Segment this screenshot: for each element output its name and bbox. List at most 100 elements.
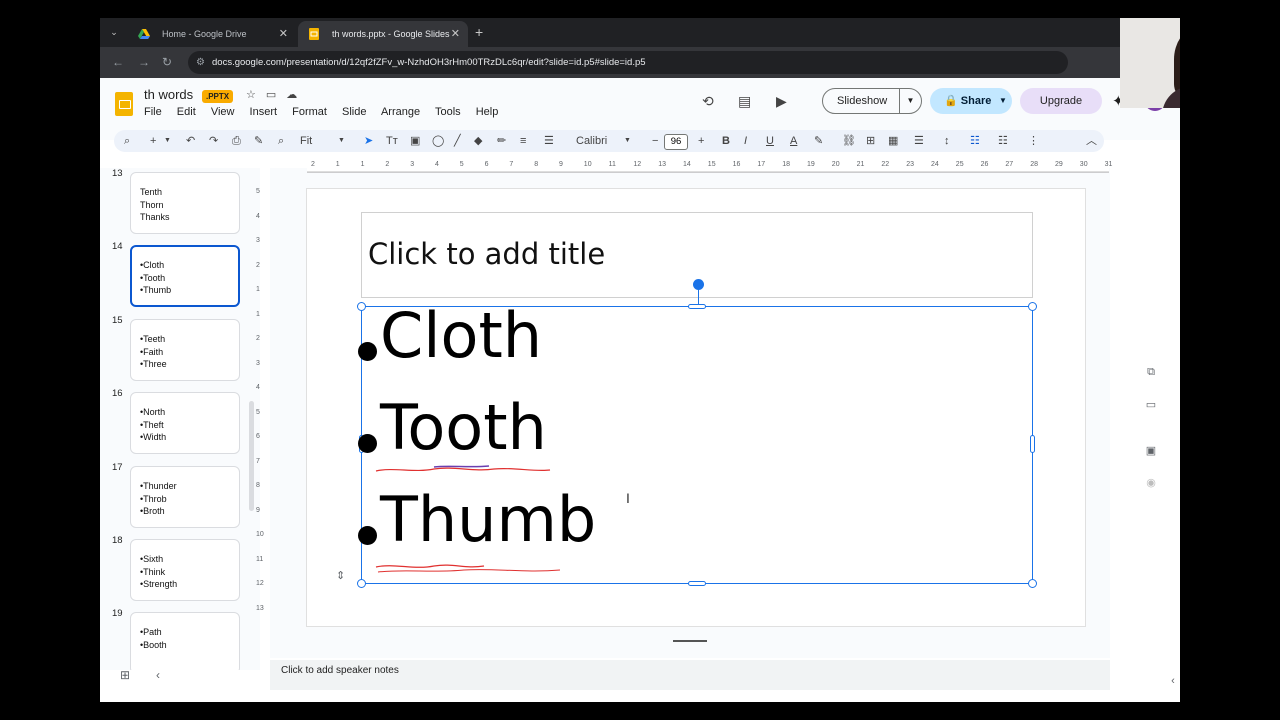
slide-canvas[interactable]: Click to add title Cloth Tooth Thumb <box>306 188 1086 627</box>
slide-thumbnail[interactable]: •Sixth •Think •Strength <box>130 539 240 601</box>
rotate-handle[interactable] <box>693 279 704 290</box>
menu-arrange[interactable]: Arrange <box>381 106 420 118</box>
paint-format-icon[interactable]: ✎ <box>254 133 263 149</box>
filmstrip-slide-14[interactable]: 14 •Cloth •Tooth •Thumb <box>100 241 250 311</box>
close-icon[interactable]: ✕ <box>279 21 288 47</box>
slideshow-button[interactable]: Slideshow ▼ <box>822 88 922 114</box>
text-box-icon[interactable]: Tт <box>386 133 398 149</box>
more-options-icon[interactable]: ⋮ <box>1028 133 1039 149</box>
forward-icon[interactable]: → <box>138 54 150 70</box>
vertical-ruler[interactable]: 5 4 3 2 1 1 2 3 4 5 6 7 8 9 10 11 12 13 <box>256 178 268 628</box>
tab-google-drive[interactable]: Home - Google Drive ✕ <box>128 21 296 47</box>
zoom-select[interactable]: Fit <box>300 133 312 149</box>
tab-google-slides[interactable]: th words.pptx - Google Slides ✕ <box>298 21 468 47</box>
cloud-status-icon[interactable]: ☁ <box>286 89 307 101</box>
menu-file[interactable]: File <box>144 106 162 118</box>
slide-thumbnail[interactable]: •Teeth •Faith •Three <box>130 319 240 381</box>
version-history-icon[interactable]: ⟲ <box>702 93 714 110</box>
resize-handle-n[interactable] <box>688 304 706 309</box>
close-icon[interactable]: ✕ <box>451 21 460 47</box>
align-left-icon[interactable]: ☰ <box>914 133 924 149</box>
shape-icon[interactable]: ◯ <box>432 133 444 149</box>
chevron-down-icon[interactable]: ▼ <box>899 89 921 113</box>
menu-slide[interactable]: Slide <box>342 106 366 118</box>
slides-panel-icon[interactable]: ▣ <box>1144 444 1158 457</box>
slide-thumbnail[interactable]: •Thunder •Throb •Broth <box>130 466 240 528</box>
border-color-icon[interactable]: ✏ <box>497 133 506 149</box>
filmstrip-scrollbar[interactable] <box>249 401 254 511</box>
grid-view-icon[interactable]: ⊞ <box>120 668 130 682</box>
bold-icon[interactable]: B <box>722 133 730 149</box>
speaker-notes-placeholder[interactable]: Click to add speaker notes <box>281 665 399 676</box>
resize-handle-nw[interactable] <box>357 302 366 311</box>
new-slide-icon[interactable]: + <box>150 133 156 149</box>
chevron-down-icon[interactable]: ▼ <box>624 133 631 149</box>
slide-thumbnail-selected[interactable]: •Cloth •Tooth •Thumb <box>130 245 240 307</box>
undo-icon[interactable]: ↶ <box>186 133 195 149</box>
speaker-notes[interactable]: Click to add speaker notes <box>270 660 1110 690</box>
resize-handle-ne[interactable] <box>1028 302 1037 311</box>
horizontal-ruler[interactable]: 2 1 1 2 3 4 5 6 7 8 9 10 11 12 13 14 15 16 17 18 19 20 21 22 23 2… <box>307 161 1112 173</box>
menu-tools[interactable]: Tools <box>435 106 461 118</box>
filmstrip-slide-18[interactable]: 18 •Sixth •Think •Strength <box>100 535 250 605</box>
decrease-font-icon[interactable]: − <box>652 133 658 149</box>
filmstrip-slide-19[interactable]: 19 •Path •Booth <box>100 608 250 670</box>
chevron-down-icon[interactable]: ▼ <box>164 133 171 149</box>
chevron-down-icon[interactable]: ▼ <box>338 133 345 149</box>
italic-icon[interactable]: I <box>744 133 747 149</box>
site-info-icon[interactable]: ⚙ <box>196 51 205 74</box>
title-placeholder[interactable]: Click to add title <box>368 237 605 271</box>
bullet-text[interactable]: Thumb <box>380 483 596 556</box>
slide-thumbnail[interactable]: Tenth Thorn Thanks <box>130 172 240 234</box>
redo-icon[interactable]: ↷ <box>209 133 218 149</box>
chevron-up-icon[interactable]: ︿ <box>1086 133 1097 149</box>
menu-edit[interactable]: Edit <box>177 106 196 118</box>
document-title[interactable]: th words <box>144 87 193 102</box>
body-text-box[interactable]: Cloth Tooth Thumb <box>357 279 1037 588</box>
search-menus-icon[interactable]: ⌕ <box>124 133 130 149</box>
print-icon[interactable]: ⎙ <box>232 133 241 149</box>
autofit-icon[interactable]: ⇕ <box>336 569 345 582</box>
meet-icon[interactable]: ▶ <box>776 93 787 110</box>
filmstrip-slide-15[interactable]: 15 •Teeth •Faith •Three <box>100 315 250 385</box>
filmstrip-slide-13[interactable]: 13 Tenth Thorn Thanks <box>100 168 250 238</box>
underline-icon[interactable]: U <box>766 133 774 149</box>
zoom-icon[interactable]: ⌕ <box>278 133 284 149</box>
add-comment-icon[interactable]: ⊞ <box>866 133 875 149</box>
border-weight-icon[interactable]: ≡ <box>520 133 526 149</box>
text-color-icon[interactable]: A <box>790 133 797 149</box>
chevron-down-icon[interactable]: ▼ <box>994 88 1012 114</box>
upgrade-button[interactable]: Upgrade <box>1020 88 1102 114</box>
folder-icon[interactable]: ▭ <box>1144 398 1158 411</box>
star-icon[interactable]: ☆ <box>246 89 266 101</box>
highlight-icon[interactable]: ✎ <box>814 133 823 149</box>
slide-thumbnail[interactable]: •North •Theft •Width <box>130 392 240 454</box>
bullet-text[interactable]: Tooth <box>380 391 547 464</box>
bullet-text[interactable]: Cloth <box>380 299 542 372</box>
chevron-right-icon[interactable]: ‹ <box>1166 675 1180 687</box>
resize-handle-s[interactable] <box>688 581 706 586</box>
border-dash-icon[interactable]: ☰ <box>544 133 554 149</box>
url-input[interactable]: ⚙ docs.google.com/presentation/d/12qf2fZ… <box>188 51 1068 74</box>
tab-search-icon[interactable]: ⌄ <box>106 24 122 40</box>
slides-logo-icon[interactable] <box>115 92 133 116</box>
line-spacing-icon[interactable]: ↕ <box>944 133 950 149</box>
slide-thumbnail[interactable]: •Path •Booth <box>130 612 240 670</box>
select-tool-icon[interactable]: ➤ <box>364 133 373 149</box>
increase-font-icon[interactable]: + <box>698 133 704 149</box>
resize-handle-e[interactable] <box>1030 435 1035 453</box>
filmstrip-slide-16[interactable]: 16 •North •Theft •Width <box>100 388 250 458</box>
new-tab-icon[interactable]: + <box>475 21 483 43</box>
image-icon[interactable]: ▣ <box>410 133 420 149</box>
share-button[interactable]: 🔒 Share ▼ <box>930 88 1012 114</box>
comments-icon[interactable]: ▤ <box>738 93 751 110</box>
reload-icon[interactable]: ↻ <box>162 54 172 70</box>
back-icon[interactable]: ← <box>112 54 124 70</box>
font-size-input[interactable]: 96 <box>664 134 688 150</box>
font-select[interactable]: Calibri <box>576 133 607 149</box>
keep-icon[interactable]: ⧉ <box>1144 366 1158 379</box>
line-icon[interactable]: ╱ <box>454 133 461 149</box>
image-option-icon[interactable]: ▦ <box>888 133 898 149</box>
bulleted-list-icon[interactable]: ☷ <box>970 133 980 149</box>
menu-help[interactable]: Help <box>476 106 499 118</box>
